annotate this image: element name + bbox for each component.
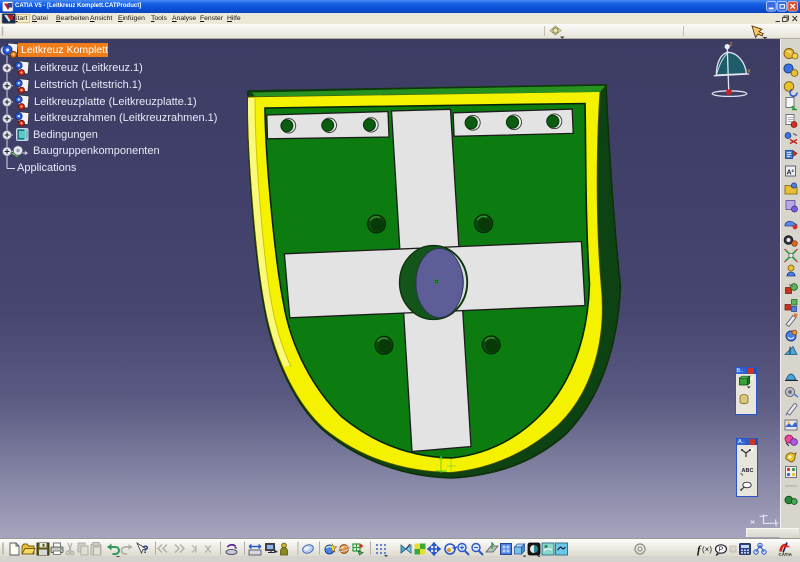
svg-text:P: P bbox=[719, 547, 724, 554]
svg-text:CATIA: CATIA bbox=[779, 552, 793, 557]
svg-text:A²: A² bbox=[787, 170, 795, 177]
svg-text:x: x bbox=[748, 69, 751, 75]
svg-text:?: ? bbox=[142, 544, 149, 556]
svg-text:z: z bbox=[730, 42, 733, 48]
svg-text:(×): (×) bbox=[702, 545, 712, 554]
svg-text:ABC: ABC bbox=[742, 468, 754, 474]
